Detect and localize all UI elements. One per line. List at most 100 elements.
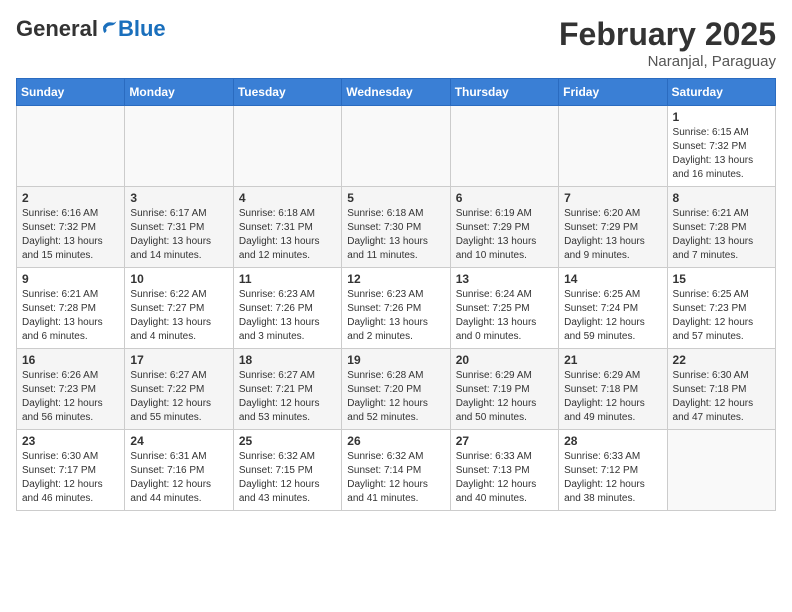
day-info: Sunrise: 6:21 AM Sunset: 7:28 PM Dayligh… [22,288,119,344]
day-info: Sunrise: 6:16 AM Sunset: 7:32 PM Dayligh… [22,207,119,263]
table-row: 12Sunrise: 6:23 AM Sunset: 7:26 PM Dayli… [342,268,450,349]
logo-bird-icon [100,18,118,36]
logo-general-text: General [16,16,98,42]
day-number: 27 [456,434,553,448]
table-row: 24Sunrise: 6:31 AM Sunset: 7:16 PM Dayli… [125,430,233,511]
day-info: Sunrise: 6:18 AM Sunset: 7:30 PM Dayligh… [347,207,444,263]
day-number: 26 [347,434,444,448]
page-header: General Blue February 2025 Naranjal, Par… [16,16,776,70]
day-number: 10 [130,272,227,286]
header-friday: Friday [559,79,667,106]
table-row: 26 Sunrise: 6:32 AM Sunset: 7:14 PM Dayli… [342,430,450,511]
logo: General Blue [16,16,166,42]
day-number: 4 [239,191,336,205]
day-info: Sunrise: 6:32 AM Sunset: 7:14 PM Dayligh… [347,450,444,506]
table-row: 2 Sunrise: 6:16 AM Sunset: 7:32 PM Daylig… [17,187,125,268]
day-info: Sunrise: 6:30 AM Sunset: 7:17 PM Dayligh… [22,450,119,506]
table-row: 21 Sunrise: 6:29 AM Sunset: 7:18 PM Dayli… [559,349,667,430]
table-row: 15 Sunrise: 6:25 AM Sunset: 7:23 PM Dayli… [667,268,775,349]
table-row: 17 Sunrise: 6:27 AM Sunset: 7:22 PM Dayli… [125,349,233,430]
day-info: Sunrise: 6:23 AM Sunset: 7:26 PM Dayligh… [347,288,444,344]
table-row: 8 Sunrise: 6:21 AM Sunset: 7:28 PM Daylig… [667,187,775,268]
day-info: Sunrise: 6:22 AM Sunset: 7:27 PM Dayligh… [130,288,227,344]
day-info: Sunrise: 6:23 AM Sunset: 7:26 PM Dayligh… [239,288,336,344]
table-row: 6 Sunrise: 6:19 AM Sunset: 7:29 PM Daylig… [450,187,558,268]
table-row: 18 Sunrise: 6:27 AM Sunset: 7:21 PM Dayli… [233,349,341,430]
header-saturday: Saturday [667,79,775,106]
table-row: 25 Sunrise: 6:32 AM Sunset: 7:15 PM Dayli… [233,430,341,511]
day-info: Sunrise: 6:29 AM Sunset: 7:18 PM Dayligh… [564,369,661,425]
header-monday: Monday [125,79,233,106]
day-number: 21 [564,353,661,367]
calendar-week-row: 9 Sunrise: 6:21 AM Sunset: 7:28 PM Daylig… [17,268,776,349]
calendar-header-row: Sunday Monday Tuesday Wednesday Thursday… [17,79,776,106]
calendar-table: Sunday Monday Tuesday Wednesday Thursday… [16,78,776,511]
day-info: Sunrise: 6:18 AM Sunset: 7:31 PM Dayligh… [239,207,336,263]
day-info: Sunrise: 6:15 AM Sunset: 7:32 PM Dayligh… [673,126,770,182]
table-row [450,106,558,187]
day-number: 17 [130,353,227,367]
table-row: 11 Sunrise: 6:23 AM Sunset: 7:26 PM Dayli… [233,268,341,349]
table-row: 14 Sunrise: 6:25 AM Sunset: 7:24 PM Dayli… [559,268,667,349]
table-row: 23 Sunrise: 6:30 AM Sunset: 7:17 PM Dayli… [17,430,125,511]
day-info: Sunrise: 6:28 AM Sunset: 7:20 PM Dayligh… [347,369,444,425]
day-info: Sunrise: 6:32 AM Sunset: 7:15 PM Dayligh… [239,450,336,506]
calendar-week-row: 1 Sunrise: 6:15 AM Sunset: 7:32 PM Daylig… [17,106,776,187]
title-block: February 2025 Naranjal, Paraguay [559,16,776,70]
table-row: 27 Sunrise: 6:33 AM Sunset: 7:13 PM Dayli… [450,430,558,511]
header-thursday: Thursday [450,79,558,106]
day-number: 25 [239,434,336,448]
day-info: Sunrise: 6:31 AM Sunset: 7:16 PM Dayligh… [130,450,227,506]
day-info: Sunrise: 6:24 AM Sunset: 7:25 PM Dayligh… [456,288,553,344]
day-info: Sunrise: 6:21 AM Sunset: 7:28 PM Dayligh… [673,207,770,263]
table-row: 16 Sunrise: 6:26 AM Sunset: 7:23 PM Dayli… [17,349,125,430]
header-wednesday: Wednesday [342,79,450,106]
day-info: Sunrise: 6:33 AM Sunset: 7:13 PM Dayligh… [456,450,553,506]
day-info: Sunrise: 6:27 AM Sunset: 7:22 PM Dayligh… [130,369,227,425]
table-row: 19 Sunrise: 6:28 AM Sunset: 7:20 PM Dayli… [342,349,450,430]
day-number: 16 [22,353,119,367]
day-number: 19 [347,353,444,367]
logo-blue-text: Blue [118,16,166,42]
day-number: 6 [456,191,553,205]
calendar-week-row: 23 Sunrise: 6:30 AM Sunset: 7:17 PM Dayli… [17,430,776,511]
day-number: 13 [456,272,553,286]
table-row [17,106,125,187]
day-info: Sunrise: 6:33 AM Sunset: 7:12 PM Dayligh… [564,450,661,506]
day-number: 2 [22,191,119,205]
day-number: 1 [673,110,770,124]
table-row: 13 Sunrise: 6:24 AM Sunset: 7:25 PM Dayli… [450,268,558,349]
day-info: Sunrise: 6:25 AM Sunset: 7:24 PM Dayligh… [564,288,661,344]
header-sunday: Sunday [17,79,125,106]
day-number: 22 [673,353,770,367]
day-number: 9 [22,272,119,286]
table-row: 20 Sunrise: 6:29 AM Sunset: 7:19 PM Dayli… [450,349,558,430]
day-number: 15 [673,272,770,286]
day-info: Sunrise: 6:30 AM Sunset: 7:18 PM Dayligh… [673,369,770,425]
calendar-week-row: 16 Sunrise: 6:26 AM Sunset: 7:23 PM Dayli… [17,349,776,430]
day-number: 20 [456,353,553,367]
table-row: 7 Sunrise: 6:20 AM Sunset: 7:29 PM Daylig… [559,187,667,268]
day-info: Sunrise: 6:20 AM Sunset: 7:29 PM Dayligh… [564,207,661,263]
day-number: 11 [239,272,336,286]
day-info: Sunrise: 6:19 AM Sunset: 7:29 PM Dayligh… [456,207,553,263]
table-row: 9 Sunrise: 6:21 AM Sunset: 7:28 PM Daylig… [17,268,125,349]
table-row: 5 Sunrise: 6:18 AM Sunset: 7:30 PM Daylig… [342,187,450,268]
month-title: February 2025 [559,16,776,53]
header-tuesday: Tuesday [233,79,341,106]
day-info: Sunrise: 6:25 AM Sunset: 7:23 PM Dayligh… [673,288,770,344]
table-row [233,106,341,187]
location-subtitle: Naranjal, Paraguay [559,53,776,70]
day-number: 23 [22,434,119,448]
table-row [667,430,775,511]
day-info: Sunrise: 6:26 AM Sunset: 7:23 PM Dayligh… [22,369,119,425]
day-number: 8 [673,191,770,205]
day-number: 18 [239,353,336,367]
day-info: Sunrise: 6:27 AM Sunset: 7:21 PM Dayligh… [239,369,336,425]
day-number: 14 [564,272,661,286]
day-number: 3 [130,191,227,205]
day-number: 5 [347,191,444,205]
day-info: Sunrise: 6:29 AM Sunset: 7:19 PM Dayligh… [456,369,553,425]
day-number: 7 [564,191,661,205]
day-number: 28 [564,434,661,448]
